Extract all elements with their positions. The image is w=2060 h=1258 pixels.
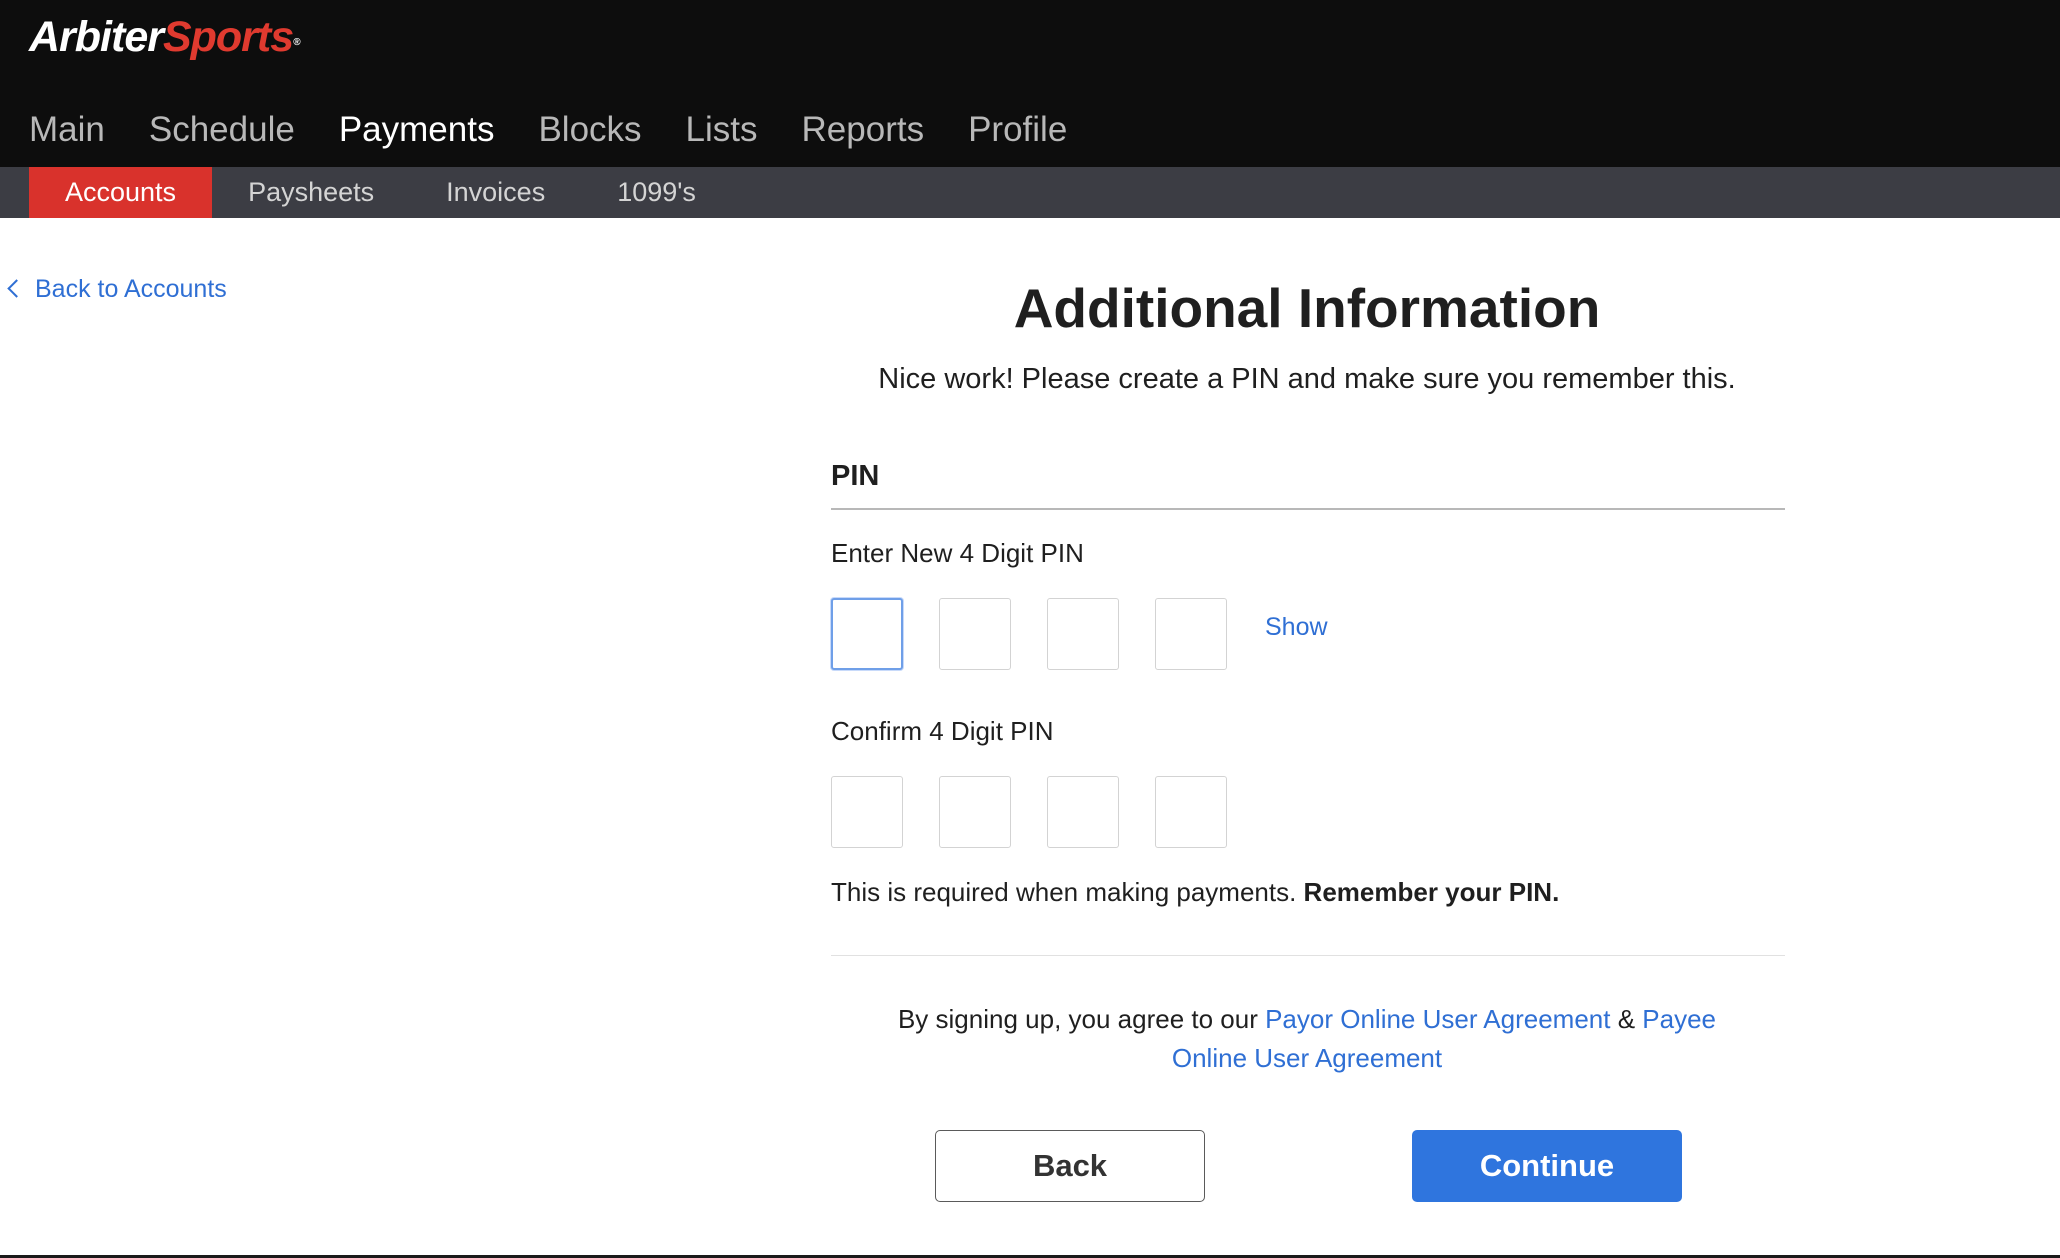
nav-main[interactable]: Main	[29, 106, 105, 154]
nav-reports[interactable]: Reports	[802, 106, 925, 154]
logo-text-arbiter: Arbiter	[29, 13, 164, 61]
pin-note-text: This is required when making payments.	[831, 877, 1304, 907]
confirm-pin-inputs	[831, 776, 1263, 848]
sub-nav: Accounts Paysheets Invoices 1099's	[29, 167, 732, 218]
logo-text-sports: Sports	[162, 13, 294, 61]
confirm-pin-label: Confirm 4 Digit PIN	[831, 716, 1054, 746]
subnav-invoices[interactable]: Invoices	[410, 167, 581, 218]
show-pin-link[interactable]: Show	[1265, 613, 1328, 642]
main-nav: Main Schedule Payments Blocks Lists Repo…	[29, 106, 1111, 154]
back-to-accounts-label: Back to Accounts	[35, 275, 227, 303]
nav-schedule[interactable]: Schedule	[149, 106, 295, 154]
pin-note-bold: Remember your PIN.	[1303, 877, 1560, 907]
section-divider	[831, 508, 1785, 510]
agreement-amp: &	[1610, 1004, 1643, 1034]
nav-blocks[interactable]: Blocks	[538, 106, 641, 154]
payor-agreement-link[interactable]: Payor Online User Agreement	[1265, 1004, 1610, 1034]
back-button[interactable]: Back	[935, 1130, 1205, 1202]
chevron-left-icon	[7, 279, 26, 298]
new-pin-inputs	[831, 598, 1263, 670]
subnav-paysheets[interactable]: Paysheets	[212, 167, 410, 218]
back-to-accounts-link[interactable]: Back to Accounts	[7, 275, 227, 304]
confirm-pin-digit-1[interactable]	[831, 776, 903, 848]
nav-profile[interactable]: Profile	[968, 106, 1067, 154]
confirm-pin-digit-2[interactable]	[939, 776, 1011, 848]
confirm-pin-digit-3[interactable]	[1047, 776, 1119, 848]
footer-divider	[831, 955, 1785, 956]
agreement-prefix: By signing up, you agree to our	[897, 1004, 1266, 1034]
continue-button[interactable]: Continue	[1412, 1130, 1682, 1202]
new-pin-digit-3[interactable]	[1047, 598, 1119, 670]
page-subtitle: Nice work! Please create a PIN and make …	[878, 363, 1736, 395]
agreement-text: By signing up, you agree to our Payor On…	[831, 1000, 1783, 1078]
subnav-1099s[interactable]: 1099's	[581, 167, 732, 218]
nav-payments[interactable]: Payments	[339, 106, 495, 154]
new-pin-label: Enter New 4 Digit PIN	[831, 538, 1084, 568]
new-pin-digit-2[interactable]	[939, 598, 1011, 670]
new-pin-digit-1[interactable]	[831, 598, 903, 670]
arbitersports-logo[interactable]: ArbiterSports®	[29, 10, 301, 64]
pin-note: This is required when making payments. R…	[831, 877, 1559, 908]
new-pin-digit-4[interactable]	[1155, 598, 1227, 670]
top-header: ArbiterSports® Main Schedule Payments Bl…	[0, 0, 2060, 167]
registered-mark: ®	[293, 37, 300, 48]
subnav-accounts[interactable]: Accounts	[29, 167, 213, 218]
page-title: Additional Information	[1013, 277, 1601, 339]
nav-lists[interactable]: Lists	[686, 106, 758, 154]
sub-nav-bar: Accounts Paysheets Invoices 1099's	[0, 167, 2060, 218]
section-label-pin: PIN	[831, 460, 880, 492]
confirm-pin-digit-4[interactable]	[1155, 776, 1227, 848]
